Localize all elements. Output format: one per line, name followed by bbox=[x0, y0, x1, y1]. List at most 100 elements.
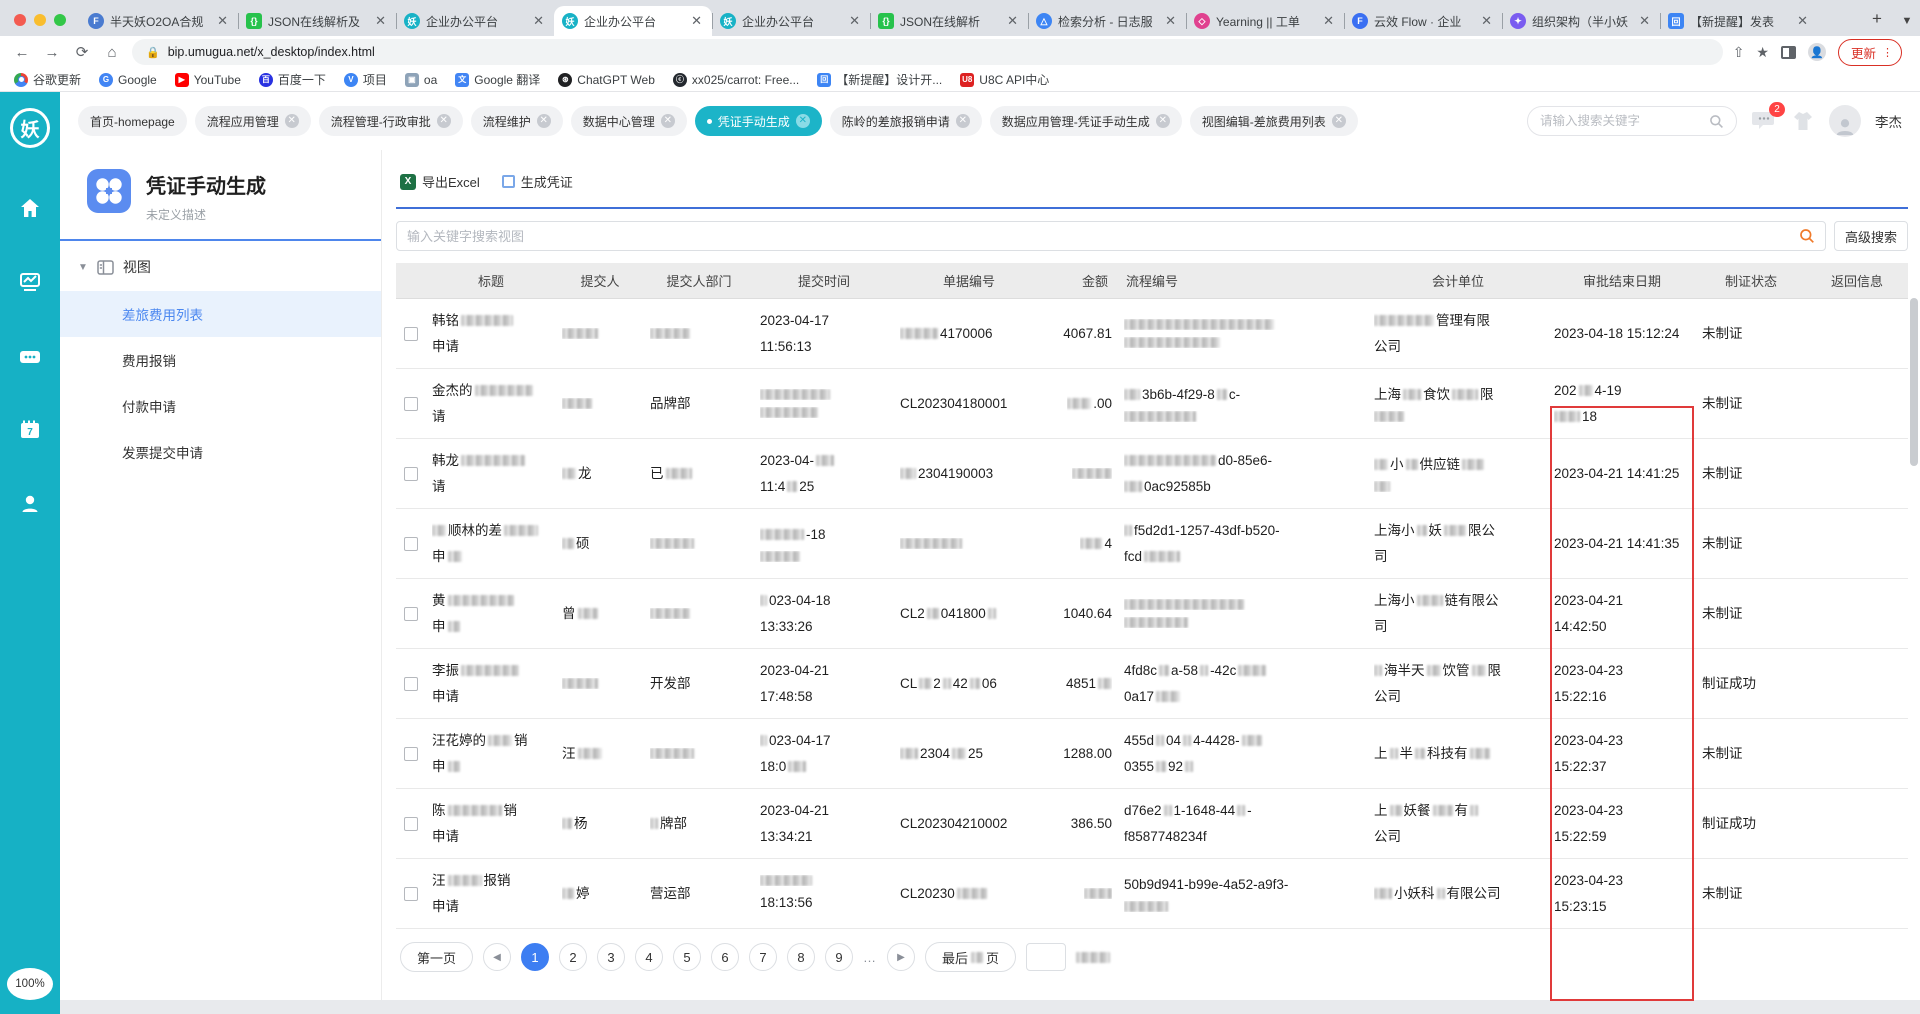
page-number-button[interactable]: 9 bbox=[825, 943, 853, 971]
workspace-tab-chip[interactable]: 陈岭的差旅报销申请✕ bbox=[830, 106, 982, 136]
table-row[interactable]: 金杰的请品牌部CL202304180001.003b6b-4f29-8c-上海食… bbox=[396, 369, 1908, 439]
tab-close-icon[interactable]: ✕ bbox=[1637, 13, 1652, 29]
page-number-button[interactable]: 6 bbox=[711, 943, 739, 971]
table-row[interactable]: 顺林的差申硕-184f5d2d1-1257-43df-b520-fcd上海小妖限… bbox=[396, 509, 1908, 579]
bookmark-item[interactable]: GGoogle bbox=[99, 73, 157, 87]
row-checkbox[interactable] bbox=[404, 817, 418, 831]
rail-home-icon[interactable] bbox=[16, 194, 44, 222]
forward-icon[interactable]: → bbox=[42, 44, 62, 61]
page-jump-input[interactable] bbox=[1026, 943, 1066, 971]
view-search[interactable] bbox=[396, 221, 1826, 251]
browser-tab[interactable]: 妖企业办公平台✕ bbox=[712, 6, 870, 36]
first-page-button[interactable]: 第一页 bbox=[400, 942, 473, 972]
page-number-button[interactable]: 1 bbox=[521, 943, 549, 971]
row-checkbox[interactable] bbox=[404, 607, 418, 621]
tab-close-icon[interactable]: ✕ bbox=[1479, 13, 1494, 29]
user-name[interactable]: 李杰 bbox=[1875, 111, 1902, 131]
close-icon[interactable]: ✕ bbox=[661, 114, 675, 128]
reload-icon[interactable]: ⟳ bbox=[72, 43, 92, 61]
view-search-input[interactable] bbox=[407, 229, 1791, 244]
app-logo[interactable]: 妖 bbox=[10, 108, 50, 148]
tab-list-chevron-icon[interactable]: ▼ bbox=[1894, 6, 1920, 36]
bookmark-item[interactable]: ▣oa bbox=[405, 73, 437, 87]
prev-page-button[interactable]: ◀ bbox=[483, 943, 511, 971]
messages-button[interactable]: 2 bbox=[1751, 109, 1777, 133]
share-icon[interactable]: ⇧ bbox=[1733, 44, 1745, 61]
next-page-button[interactable]: ▶ bbox=[887, 943, 915, 971]
close-icon[interactable]: ✕ bbox=[1156, 114, 1170, 128]
table-row[interactable]: 黄申曾023-04-1813:33:26CL20418001040.64上海小链… bbox=[396, 579, 1908, 649]
browser-tab[interactable]: {}JSON在线解析✕ bbox=[870, 6, 1028, 36]
bookmark-item[interactable]: U8U8C API中心 bbox=[960, 71, 1049, 88]
browser-tab[interactable]: 回【新提醒】发表✕ bbox=[1660, 6, 1818, 36]
kebab-menu-icon[interactable]: ⋮ bbox=[1882, 46, 1893, 59]
close-icon[interactable]: ✕ bbox=[537, 114, 551, 128]
row-checkbox[interactable] bbox=[404, 397, 418, 411]
browser-tab[interactable]: 妖企业办公平台✕ bbox=[396, 6, 554, 36]
table-scrollbar[interactable] bbox=[1910, 298, 1918, 466]
bookmark-item[interactable]: ⓒxx025/carrot: Free... bbox=[673, 73, 799, 87]
workspace-tab-chip[interactable]: 数据中心管理✕ bbox=[571, 106, 687, 136]
new-tab-button[interactable]: + bbox=[1864, 6, 1890, 32]
zoom-level-badge[interactable]: 100% bbox=[7, 968, 53, 1000]
address-bar[interactable]: 🔒 bip.umugua.net/x_desktop/index.html bbox=[132, 39, 1723, 65]
close-window-button[interactable] bbox=[14, 14, 26, 26]
bookmark-item[interactable]: 百百度一下 bbox=[259, 71, 326, 88]
row-checkbox[interactable] bbox=[404, 537, 418, 551]
generate-voucher-button[interactable]: 生成凭证 bbox=[502, 172, 573, 191]
tab-close-icon[interactable]: ✕ bbox=[531, 13, 546, 29]
chevron-down-icon[interactable]: ▼ bbox=[78, 262, 88, 273]
advanced-search-button[interactable]: 高级搜索 bbox=[1834, 221, 1908, 251]
tab-close-icon[interactable]: ✕ bbox=[689, 13, 704, 29]
row-checkbox[interactable] bbox=[404, 677, 418, 691]
bookmark-item[interactable]: V项目 bbox=[344, 71, 387, 88]
tab-close-icon[interactable]: ✕ bbox=[373, 13, 388, 29]
browser-tab[interactable]: F半天妖O2OA合规✕ bbox=[80, 6, 238, 36]
close-icon[interactable]: ✕ bbox=[956, 114, 970, 128]
sidebar-view-item[interactable]: 发票提交申请 bbox=[60, 429, 381, 475]
close-icon[interactable]: ✕ bbox=[437, 114, 451, 128]
workspace-tab-chip[interactable]: 视图编辑-差旅费用列表✕ bbox=[1190, 106, 1358, 136]
rail-calendar-icon[interactable]: 7 bbox=[16, 416, 44, 444]
browser-profile-icon[interactable]: 👤 bbox=[1808, 43, 1826, 61]
browser-tab[interactable]: ◇Yearning || 工单✕ bbox=[1186, 6, 1344, 36]
back-icon[interactable]: ← bbox=[12, 44, 32, 61]
workspace-tab-chip[interactable]: 流程应用管理✕ bbox=[195, 106, 311, 136]
bookmark-item[interactable]: 文Google 翻译 bbox=[455, 71, 540, 88]
browser-tab[interactable]: {}JSON在线解析及✕ bbox=[238, 6, 396, 36]
tab-close-icon[interactable]: ✕ bbox=[847, 13, 862, 29]
table-row[interactable]: 李振申请开发部2023-04-2117:48:58CL2420648514fd8… bbox=[396, 649, 1908, 719]
row-checkbox[interactable] bbox=[404, 467, 418, 481]
page-number-button[interactable]: 7 bbox=[749, 943, 777, 971]
bookmark-item[interactable]: 回【新提醒】设计开... bbox=[817, 71, 942, 88]
rail-chart-icon[interactable] bbox=[16, 268, 44, 296]
bookmark-item[interactable]: ⊛ChatGPT Web bbox=[558, 73, 655, 87]
last-page-button[interactable]: 最后页 bbox=[925, 942, 1016, 972]
close-icon[interactable]: ✕ bbox=[1332, 114, 1346, 128]
tab-close-icon[interactable]: ✕ bbox=[215, 13, 230, 29]
minimize-window-button[interactable] bbox=[34, 14, 46, 26]
workspace-tab-chip[interactable]: 首页-homepage bbox=[78, 106, 187, 136]
page-number-button[interactable]: 2 bbox=[559, 943, 587, 971]
global-search[interactable] bbox=[1527, 106, 1737, 136]
sidebar-view-item[interactable]: 差旅费用列表 bbox=[60, 291, 381, 337]
bookmark-item[interactable]: ▶YouTube bbox=[175, 73, 241, 87]
rail-user-icon[interactable] bbox=[16, 490, 44, 518]
browser-tab[interactable]: F云效 Flow · 企业✕ bbox=[1344, 6, 1502, 36]
apps-vest-icon[interactable] bbox=[1791, 110, 1815, 132]
window-controls[interactable] bbox=[0, 14, 80, 36]
row-checkbox[interactable] bbox=[404, 887, 418, 901]
close-icon[interactable]: ✕ bbox=[285, 114, 299, 128]
sidebar-view-item[interactable]: 费用报销 bbox=[60, 337, 381, 383]
tab-close-icon[interactable]: ✕ bbox=[1321, 13, 1336, 29]
table-row[interactable]: 韩龙请龙已2023-04-11:4252304190003d0-85e6-0ac… bbox=[396, 439, 1908, 509]
rail-apps-icon[interactable] bbox=[16, 342, 44, 370]
workspace-tab-active[interactable]: 凭证手动生成✕ bbox=[695, 106, 822, 136]
workspace-tab-chip[interactable]: 流程管理-行政审批✕ bbox=[319, 106, 463, 136]
browser-tab-active[interactable]: 妖企业办公平台✕ bbox=[554, 6, 712, 36]
side-panel-icon[interactable] bbox=[1781, 46, 1796, 59]
sidebar-view-item[interactable]: 付款申请 bbox=[60, 383, 381, 429]
page-number-button[interactable]: 8 bbox=[787, 943, 815, 971]
page-number-button[interactable]: 5 bbox=[673, 943, 701, 971]
page-number-button[interactable]: 3 bbox=[597, 943, 625, 971]
